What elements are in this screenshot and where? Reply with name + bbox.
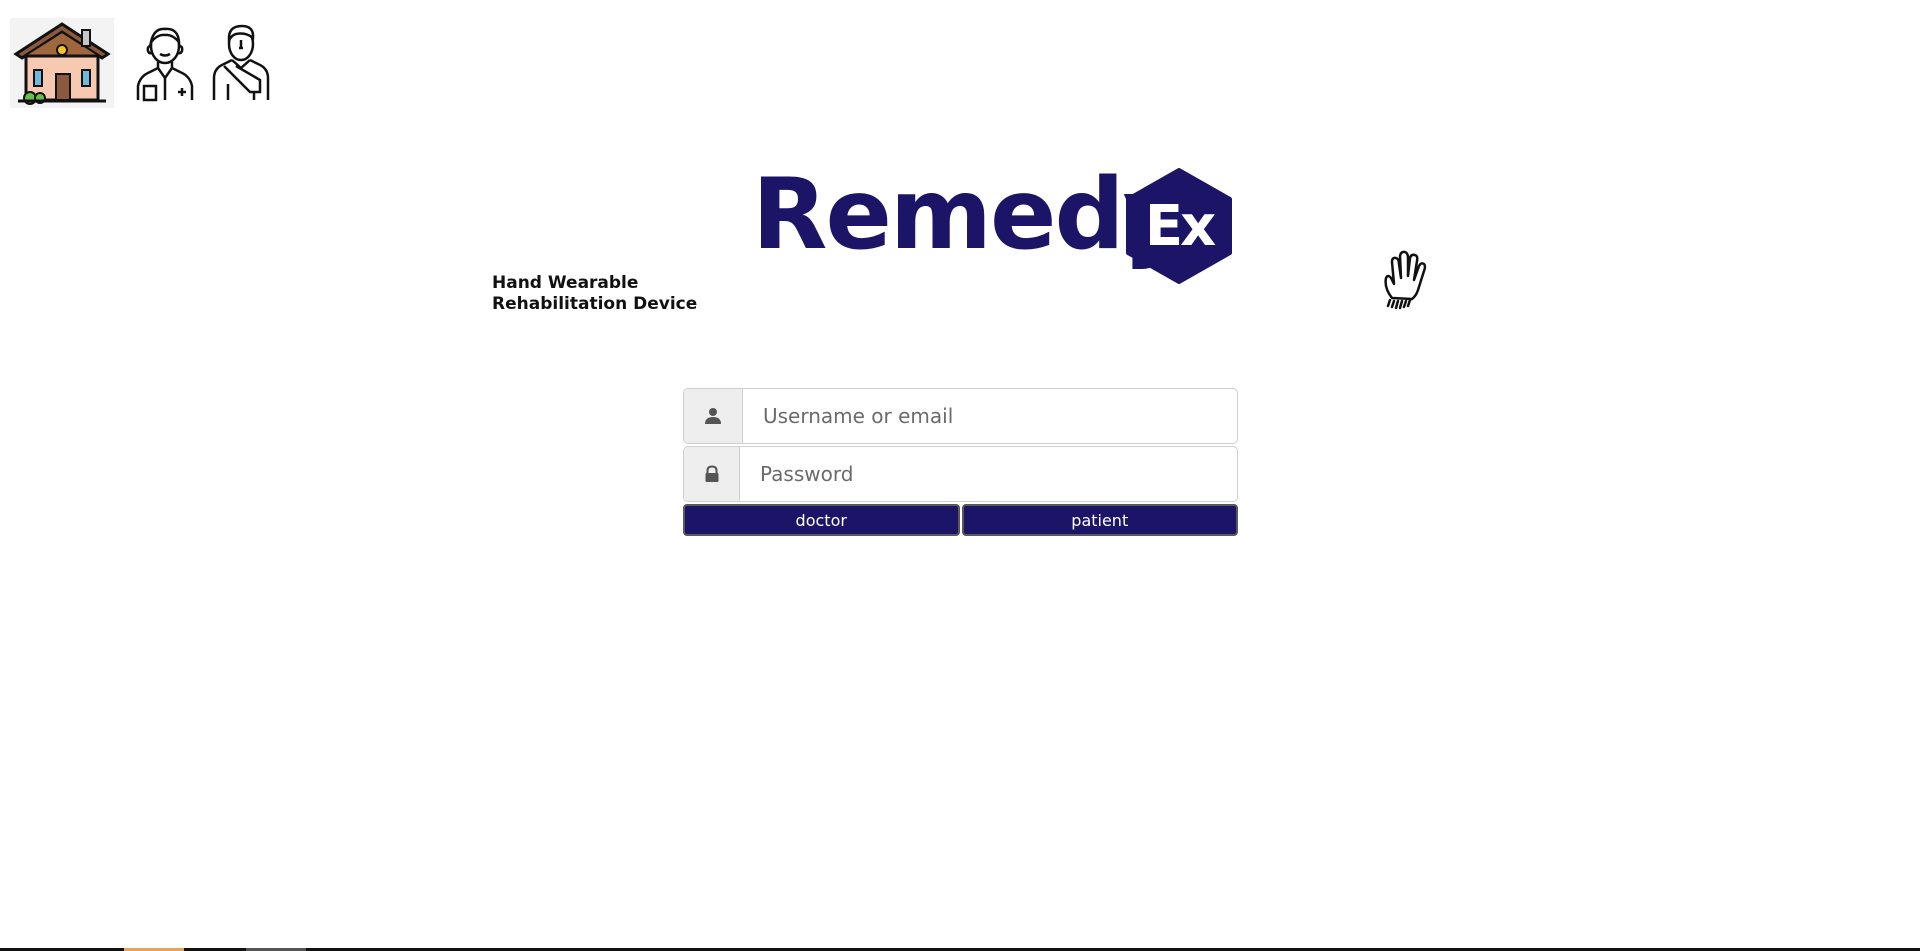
doctor-button[interactable]: doctor <box>683 504 960 536</box>
patient-icon[interactable] <box>206 22 276 102</box>
brand-logo: Remedy Ex <box>752 166 1232 286</box>
doctor-icon-graphic <box>136 27 194 102</box>
login-form: doctor patient <box>683 388 1238 536</box>
patient-button[interactable]: patient <box>961 504 1238 536</box>
lock-icon-graphic <box>705 465 718 482</box>
login-page: Remedy Ex Hand Wearable Rehabilitation D… <box>0 0 1920 951</box>
password-group <box>683 446 1238 502</box>
hand-icon-graphic <box>1384 250 1427 310</box>
patient-icon-graphic <box>212 24 270 100</box>
brand-name: Remedy <box>752 158 1187 272</box>
house-icon-graphic <box>10 18 114 108</box>
tagline-line-1: Hand Wearable <box>492 273 639 293</box>
username-group <box>683 388 1238 444</box>
password-input[interactable] <box>740 447 1237 501</box>
role-buttons: doctor patient <box>683 504 1238 536</box>
user-icon-graphic <box>705 408 721 424</box>
username-input[interactable] <box>743 389 1237 443</box>
user-icon <box>684 389 743 443</box>
brand-badge-text: Ex <box>1144 193 1216 259</box>
doctor-icon[interactable] <box>130 22 200 102</box>
brand-badge: Ex <box>1124 168 1234 284</box>
tagline-line-2: Rehabilitation Device <box>492 294 698 314</box>
house-icon[interactable] <box>10 18 114 108</box>
hand-icon <box>1380 248 1428 310</box>
lock-icon <box>684 447 740 501</box>
tagline: Hand Wearable Rehabilitation Device <box>492 273 697 315</box>
